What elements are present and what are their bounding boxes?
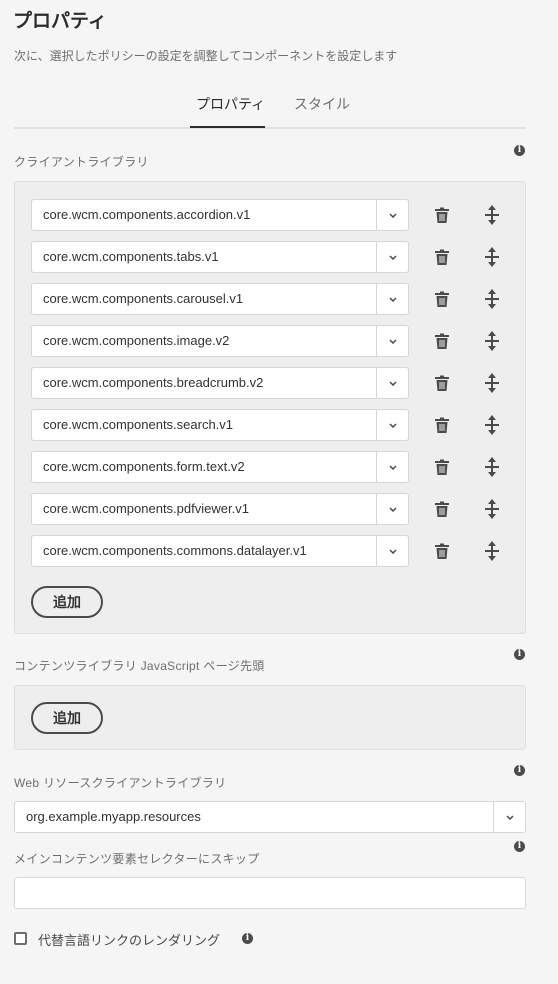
web-resources-value: org.example.myapp.resources (26, 809, 201, 824)
chevron-down-icon[interactable] (376, 536, 408, 566)
client-library-select[interactable]: core.wcm.components.tabs.v1 (31, 241, 409, 273)
client-library-row: core.wcm.components.pdfviewer.v1 (31, 493, 511, 525)
client-library-select[interactable]: core.wcm.components.search.v1 (31, 409, 409, 441)
client-library-select[interactable]: core.wcm.components.form.text.v2 (31, 451, 409, 483)
move-vertical-icon[interactable] (485, 205, 499, 225)
move-vertical-icon[interactable] (485, 457, 499, 477)
skip-selector-input[interactable] (14, 877, 526, 909)
chevron-down-icon[interactable] (376, 200, 408, 230)
page-subtitle: 次に、選択したポリシーの設定を調整してコンポーネントを設定します (14, 49, 398, 63)
client-library-select[interactable]: core.wcm.components.pdfviewer.v1 (31, 493, 409, 525)
trash-icon[interactable] (434, 417, 450, 433)
info-icon[interactable]: i (514, 841, 525, 852)
client-library-value: core.wcm.components.breadcrumb.v2 (43, 375, 264, 390)
client-library-row: core.wcm.components.breadcrumb.v2 (31, 367, 511, 399)
add-client-library-button[interactable]: 追加 (31, 586, 103, 618)
content-libraries-panel: 追加 (14, 685, 526, 750)
chevron-down-icon[interactable] (493, 802, 525, 832)
page-title: プロパティ (13, 11, 107, 32)
web-resources-label: Web リソースクライアントライブラリ (14, 776, 227, 790)
move-vertical-icon[interactable] (485, 289, 499, 309)
move-vertical-icon[interactable] (485, 541, 499, 561)
client-library-value: core.wcm.components.tabs.v1 (43, 249, 219, 264)
trash-icon[interactable] (434, 207, 450, 223)
content-libraries-label: コンテンツライブラリ JavaScript ページ先頭 (14, 659, 265, 673)
info-icon[interactable]: i (514, 649, 525, 660)
chevron-down-icon[interactable] (376, 284, 408, 314)
info-icon[interactable]: i (242, 933, 253, 944)
client-library-value: core.wcm.components.carousel.v1 (43, 291, 244, 306)
client-library-value: core.wcm.components.pdfviewer.v1 (43, 501, 249, 516)
client-library-value: core.wcm.components.form.text.v2 (43, 459, 245, 474)
web-resources-select[interactable]: org.example.myapp.resources (14, 801, 526, 833)
alt-lang-checkbox[interactable] (14, 932, 27, 945)
tab-styles[interactable]: スタイル (294, 94, 350, 114)
info-icon[interactable]: i (514, 145, 525, 156)
client-library-select[interactable]: core.wcm.components.carousel.v1 (31, 283, 409, 315)
add-content-library-button[interactable]: 追加 (31, 702, 103, 734)
move-vertical-icon[interactable] (485, 415, 499, 435)
trash-icon[interactable] (434, 501, 450, 517)
tab-bar: プロパティ スタイル (14, 86, 526, 129)
client-library-value: core.wcm.components.search.v1 (43, 417, 234, 432)
client-library-select[interactable]: core.wcm.components.accordion.v1 (31, 199, 409, 231)
chevron-down-icon[interactable] (376, 494, 408, 524)
client-library-row: core.wcm.components.commons.datalayer.v1 (31, 535, 511, 567)
client-library-select[interactable]: core.wcm.components.breadcrumb.v2 (31, 367, 409, 399)
client-library-row: core.wcm.components.form.text.v2 (31, 451, 511, 483)
chevron-down-icon[interactable] (376, 242, 408, 272)
client-library-row: core.wcm.components.accordion.v1 (31, 199, 511, 231)
client-libraries-label: クライアントライブラリ (14, 155, 149, 169)
trash-icon[interactable] (434, 291, 450, 307)
chevron-down-icon[interactable] (376, 326, 408, 356)
trash-icon[interactable] (434, 375, 450, 391)
client-library-row: core.wcm.components.carousel.v1 (31, 283, 511, 315)
info-icon[interactable]: i (514, 765, 525, 776)
alt-lang-label: 代替言語リンクのレンダリング (38, 933, 221, 948)
move-vertical-icon[interactable] (485, 499, 499, 519)
client-library-value: core.wcm.components.commons.datalayer.v1 (43, 543, 307, 558)
skip-selector-label: メインコンテンツ要素セレクターにスキップ (14, 852, 260, 866)
chevron-down-icon[interactable] (376, 368, 408, 398)
client-library-row: core.wcm.components.search.v1 (31, 409, 511, 441)
trash-icon[interactable] (434, 249, 450, 265)
move-vertical-icon[interactable] (485, 247, 499, 267)
trash-icon[interactable] (434, 543, 450, 559)
client-library-row: core.wcm.components.tabs.v1 (31, 241, 511, 273)
move-vertical-icon[interactable] (485, 331, 499, 351)
client-library-value: core.wcm.components.accordion.v1 (43, 207, 251, 222)
move-vertical-icon[interactable] (485, 373, 499, 393)
client-libraries-panel: 追加 core.wcm.components.accordion.v1 core.… (14, 181, 526, 634)
tab-active-indicator (190, 126, 265, 128)
chevron-down-icon[interactable] (376, 452, 408, 482)
client-library-select[interactable]: core.wcm.components.commons.datalayer.v1 (31, 535, 409, 567)
client-library-row: core.wcm.components.image.v2 (31, 325, 511, 357)
trash-icon[interactable] (434, 333, 450, 349)
trash-icon[interactable] (434, 459, 450, 475)
client-library-select[interactable]: core.wcm.components.image.v2 (31, 325, 409, 357)
client-library-value: core.wcm.components.image.v2 (43, 333, 230, 348)
tab-properties[interactable]: プロパティ (196, 94, 265, 114)
chevron-down-icon[interactable] (376, 410, 408, 440)
